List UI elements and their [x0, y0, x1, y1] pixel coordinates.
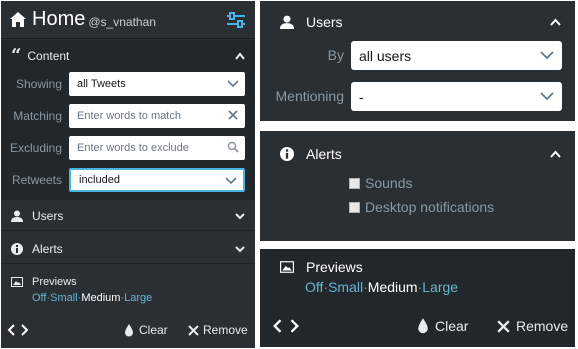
checkbox-icon[interactable] — [349, 201, 360, 213]
preview-size-options: Off·Small·Medium·Large — [305, 279, 459, 295]
previews-panel: Previews Off·Small·Medium·Large Clear Re… — [260, 249, 575, 347]
excluding-row: Excluding Enter words to exclude — [1, 136, 255, 160]
matching-input[interactable]: Enter words to match — [69, 104, 245, 128]
preview-medium-link[interactable]: Medium — [81, 292, 120, 304]
alerts-label: Alerts — [32, 241, 63, 256]
showing-select[interactable]: all Tweets — [69, 72, 245, 96]
search-icon — [227, 140, 239, 154]
remove-button[interactable]: Remove — [497, 318, 568, 334]
excluding-label: Excluding — [9, 141, 62, 155]
column-title: Home — [32, 8, 86, 30]
chevron-down-icon — [227, 76, 239, 90]
chevron-down-icon[interactable] — [235, 212, 245, 220]
showing-label: Showing — [15, 77, 62, 91]
mentioning-label: Mentioning — [275, 88, 345, 104]
info-icon — [280, 147, 294, 161]
preview-large-link[interactable]: Large — [124, 292, 152, 304]
column-panel: Home @s_vnathan “ Content Showing all Tw… — [1, 1, 255, 348]
retweets-select[interactable]: included — [69, 168, 245, 192]
showing-row: Showing all Tweets — [1, 72, 255, 96]
preview-off-link[interactable]: Off — [32, 292, 46, 304]
image-icon — [280, 261, 294, 273]
remove-button[interactable]: Remove — [188, 323, 248, 337]
users-section-header[interactable]: Users — [1, 201, 255, 231]
users-panel: Users By all users Mentioning - — [260, 1, 575, 121]
preview-medium-link[interactable]: Medium — [368, 279, 418, 295]
matching-label: Matching — [13, 109, 62, 123]
desktop-notifications-checkbox[interactable]: Desktop notifications — [349, 199, 494, 215]
chevron-down-icon[interactable] — [235, 245, 245, 253]
previews-section: Previews Off·Small·Medium·Large — [11, 276, 245, 310]
user-icon — [280, 15, 294, 29]
close-icon — [497, 319, 510, 333]
column-footer: Clear Remove — [1, 319, 255, 341]
preview-small-link[interactable]: Small — [50, 292, 78, 304]
by-label: By — [327, 47, 344, 63]
chevron-down-icon — [540, 91, 554, 101]
chevron-up-icon[interactable] — [550, 150, 561, 158]
chevron-left-icon[interactable] — [272, 319, 282, 333]
drop-icon — [124, 323, 134, 337]
alerts-panel-header[interactable]: Alerts — [280, 145, 561, 163]
close-icon — [188, 324, 199, 336]
panel-footer: Clear Remove — [260, 315, 575, 337]
chevron-down-icon — [225, 173, 237, 187]
preview-off-link[interactable]: Off — [305, 279, 323, 295]
retweets-row: Retweets included — [1, 168, 255, 192]
chevron-up-icon[interactable] — [235, 52, 245, 60]
users-panel-header[interactable]: Users — [280, 13, 561, 31]
users-label: Users — [32, 208, 64, 223]
home-icon — [9, 11, 27, 29]
column-header: Home @s_vnathan — [1, 1, 255, 39]
preview-large-link[interactable]: Large — [422, 279, 458, 295]
sliders-icon[interactable] — [225, 9, 247, 31]
users-panel-title: Users — [306, 14, 343, 30]
chevron-down-icon — [540, 50, 554, 60]
content-section-header[interactable]: “ Content — [1, 44, 255, 68]
clear-button[interactable]: Clear — [124, 323, 168, 337]
previews-panel-header: Previews — [280, 259, 363, 275]
previews-label: Previews — [32, 276, 77, 288]
alerts-panel: Alerts Sounds Desktop notifications — [260, 131, 575, 241]
previews-panel-title: Previews — [306, 259, 363, 275]
alerts-section-header[interactable]: Alerts — [1, 234, 255, 264]
content-title: Content — [27, 49, 70, 63]
image-icon — [11, 277, 23, 287]
user-icon — [11, 210, 23, 222]
chevron-up-icon[interactable] — [550, 18, 561, 26]
column-handle: @s_vnathan — [88, 15, 156, 29]
retweets-label: Retweets — [11, 173, 62, 187]
close-icon[interactable] — [227, 108, 239, 122]
info-icon — [11, 242, 23, 255]
matching-row: Matching Enter words to match — [1, 104, 255, 128]
preview-small-link[interactable]: Small — [328, 279, 363, 295]
content-section: “ Content Showing all Tweets Matching En… — [1, 40, 255, 200]
by-select[interactable]: all users — [351, 41, 562, 70]
drop-icon — [417, 318, 429, 334]
chevron-right-icon[interactable] — [290, 319, 300, 333]
sounds-checkbox[interactable]: Sounds — [349, 175, 412, 191]
mentioning-select[interactable]: - — [351, 82, 562, 111]
clear-button[interactable]: Clear — [417, 318, 468, 334]
checkbox-icon[interactable] — [349, 177, 360, 189]
excluding-input[interactable]: Enter words to exclude — [69, 136, 245, 160]
chevron-left-icon[interactable] — [7, 324, 15, 336]
chevron-right-icon[interactable] — [21, 324, 29, 336]
quote-icon: “ — [11, 45, 22, 66]
alerts-panel-title: Alerts — [306, 146, 342, 162]
preview-size-options: Off·Small·Medium·Large — [32, 292, 153, 304]
